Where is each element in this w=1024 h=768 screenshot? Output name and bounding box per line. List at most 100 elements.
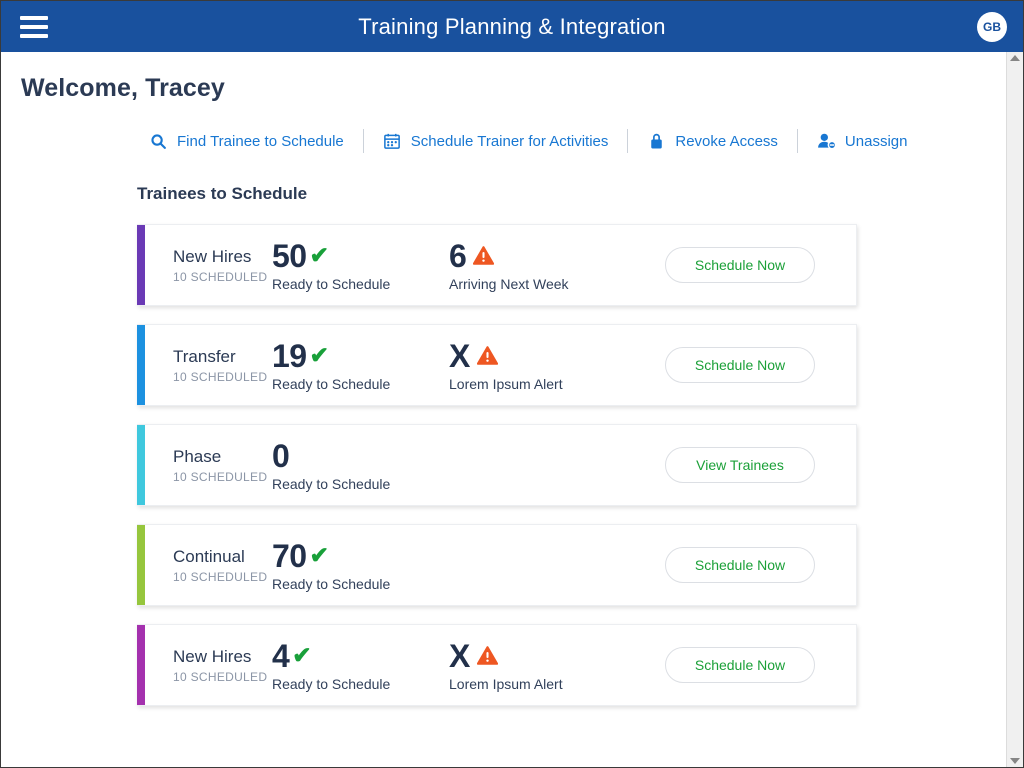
card-accent-bar <box>137 625 145 705</box>
action-schedule-trainer-for-activities[interactable]: Schedule Trainer for Activities <box>383 132 609 151</box>
action-label: Unassign <box>845 133 908 150</box>
avatar[interactable]: GB <box>977 12 1007 42</box>
card-metric-primary: 19 ✔ Ready to Schedule <box>272 339 449 392</box>
section-title: Trainees to Schedule <box>137 184 1023 204</box>
metric-label: Ready to Schedule <box>272 376 449 392</box>
card-category-name: Continual <box>173 546 272 567</box>
page-title: Welcome, Tracey <box>21 74 1023 103</box>
quick-actions-bar: Find Trainee to Schedule <box>149 129 1023 153</box>
card-action-area: Schedule Now <box>624 547 856 583</box>
check-icon: ✔ <box>310 244 329 267</box>
check-icon: ✔ <box>292 644 311 667</box>
metric-value-row: X <box>449 639 624 673</box>
card-category-name: Transfer <box>173 346 272 367</box>
metric-value: 19 <box>272 340 307 372</box>
metric-value-row: 4 ✔ <box>272 639 449 673</box>
card-accent-bar <box>137 225 145 305</box>
card-scheduled-count: 10 SCHEDULED <box>173 470 272 484</box>
user-remove-icon <box>817 132 836 151</box>
card-scheduled-count: 10 SCHEDULED <box>173 370 272 384</box>
card-action-area: View Trainees <box>624 447 856 483</box>
metric-value-row: 19 ✔ <box>272 339 449 373</box>
card-accent-bar <box>137 325 145 405</box>
warning-icon <box>473 246 494 265</box>
card-accent-bar <box>137 425 145 505</box>
metric-label: Arriving Next Week <box>449 276 624 292</box>
action-divider <box>627 129 628 153</box>
card-metric-secondary: 6 Arriving Next Week <box>449 239 624 292</box>
card-category-block: Transfer 10 SCHEDULED <box>145 346 272 384</box>
trainee-cards-list: New Hires 10 SCHEDULED 50 ✔ Ready to Sch… <box>137 224 857 706</box>
metric-value: 0 <box>272 440 289 472</box>
warning-icon <box>477 646 498 665</box>
card-body: Continual 10 SCHEDULED 70 ✔ Ready to Sch… <box>145 525 856 605</box>
card-category-block: New Hires 10 SCHEDULED <box>145 646 272 684</box>
metric-label: Ready to Schedule <box>272 676 449 692</box>
trainee-card[interactable]: New Hires 10 SCHEDULED 4 ✔ Ready to Sche… <box>137 624 857 706</box>
card-scheduled-count: 10 SCHEDULED <box>173 270 272 284</box>
action-label: Find Trainee to Schedule <box>177 133 344 150</box>
trainee-card[interactable]: Transfer 10 SCHEDULED 19 ✔ Ready to Sche… <box>137 324 857 406</box>
hamburger-bar <box>20 16 48 20</box>
card-body: New Hires 10 SCHEDULED 4 ✔ Ready to Sche… <box>145 625 856 705</box>
app-header: Training Planning & Integration GB <box>1 1 1023 52</box>
metric-value-row: 0 <box>272 439 449 473</box>
action-divider <box>363 129 364 153</box>
card-category-block: Phase 10 SCHEDULED <box>145 446 272 484</box>
schedule-now-button[interactable]: Schedule Now <box>665 347 815 383</box>
view-trainees-button[interactable]: View Trainees <box>665 447 815 483</box>
card-category-name: Phase <box>173 446 272 467</box>
card-category-block: New Hires 10 SCHEDULED <box>145 246 272 284</box>
metric-label: Lorem Ipsum Alert <box>449 676 624 692</box>
card-body: New Hires 10 SCHEDULED 50 ✔ Ready to Sch… <box>145 225 856 305</box>
card-metric-secondary: X Lorem Ipsum Alert <box>449 639 624 692</box>
schedule-now-button[interactable]: Schedule Now <box>665 247 815 283</box>
warning-icon <box>477 346 498 365</box>
schedule-now-button[interactable]: Schedule Now <box>665 647 815 683</box>
card-body: Phase 10 SCHEDULED 0 Ready to Schedule V… <box>145 425 856 505</box>
app-window: Training Planning & Integration GB Welco… <box>0 0 1024 768</box>
card-metric-secondary: X Lorem Ipsum Alert <box>449 339 624 392</box>
card-scheduled-count: 10 SCHEDULED <box>173 570 272 584</box>
schedule-now-button[interactable]: Schedule Now <box>665 547 815 583</box>
card-category-block: Continual 10 SCHEDULED <box>145 546 272 584</box>
trainee-card[interactable]: Phase 10 SCHEDULED 0 Ready to Schedule V… <box>137 424 857 506</box>
calendar-icon <box>383 132 402 151</box>
trainee-card[interactable]: New Hires 10 SCHEDULED 50 ✔ Ready to Sch… <box>137 224 857 306</box>
card-metric-primary: 4 ✔ Ready to Schedule <box>272 639 449 692</box>
card-action-area: Schedule Now <box>624 247 856 283</box>
action-label: Schedule Trainer for Activities <box>411 133 609 150</box>
metric-label: Ready to Schedule <box>272 576 449 592</box>
metric-value: X <box>449 340 470 372</box>
check-icon: ✔ <box>310 344 329 367</box>
card-category-name: New Hires <box>173 246 272 267</box>
scroll-up-arrow-icon[interactable] <box>1010 55 1020 61</box>
scroll-down-arrow-icon[interactable] <box>1010 758 1020 764</box>
hamburger-menu-icon[interactable] <box>20 16 48 38</box>
card-action-area: Schedule Now <box>624 347 856 383</box>
check-icon: ✔ <box>310 544 329 567</box>
card-metric-primary: 50 ✔ Ready to Schedule <box>272 239 449 292</box>
card-action-area: Schedule Now <box>624 647 856 683</box>
hamburger-bar <box>20 34 48 38</box>
metric-value-row: 6 <box>449 239 624 273</box>
metric-value-row: X <box>449 339 624 373</box>
metric-label: Ready to Schedule <box>272 476 449 492</box>
search-icon <box>149 132 168 151</box>
action-divider <box>797 129 798 153</box>
action-unassign[interactable]: Unassign <box>817 132 908 151</box>
metric-value: 70 <box>272 540 307 572</box>
metric-value: X <box>449 640 470 672</box>
hamburger-bar <box>20 25 48 29</box>
trainee-card[interactable]: Continual 10 SCHEDULED 70 ✔ Ready to Sch… <box>137 524 857 606</box>
metric-label: Ready to Schedule <box>272 276 449 292</box>
action-revoke-access[interactable]: Revoke Access <box>647 132 778 151</box>
metric-value-row: 70 ✔ <box>272 539 449 573</box>
metric-value-row: 50 ✔ <box>272 239 449 273</box>
card-scheduled-count: 10 SCHEDULED <box>173 670 272 684</box>
action-find-trainee-to-schedule[interactable]: Find Trainee to Schedule <box>149 132 344 151</box>
vertical-scrollbar[interactable] <box>1006 52 1023 767</box>
page-content: Welcome, Tracey Find Trainee to Schedule <box>1 52 1023 767</box>
card-metric-primary: 0 Ready to Schedule <box>272 439 449 492</box>
lock-icon <box>647 132 666 151</box>
